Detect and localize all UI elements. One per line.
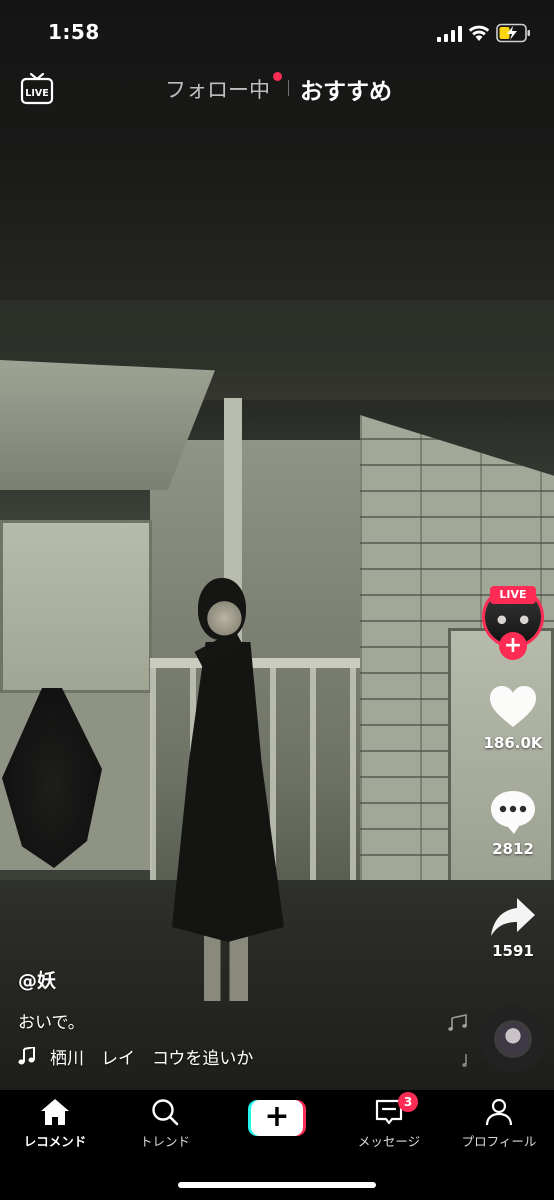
nav-profile-label: プロフィール [461,1134,537,1149]
feed-tabs: フォロー中 おすすめ [0,72,554,106]
battery-charging-icon [496,23,530,43]
floating-notes-icon [448,1014,467,1067]
tab-recommended[interactable]: おすすめ [300,72,392,106]
share-button[interactable]: 1591 [480,896,546,960]
following-new-dot [273,72,282,81]
music-disc[interactable] [480,1006,546,1072]
create-button[interactable]: + [248,1100,306,1136]
music-note-icon [18,1047,35,1065]
nav-home-label: レコメンド [23,1134,87,1149]
music-title: 栖川 レイ コウを追いか [50,1048,254,1069]
home-indicator [178,1182,376,1188]
share-count: 1591 [492,942,534,960]
wifi-icon [468,25,490,41]
create-plus-icon: + [251,1100,303,1136]
profile-icon [485,1098,513,1126]
nav-discover[interactable]: トレンド [110,1098,220,1150]
search-icon [152,1099,179,1126]
nav-discover-label: トレンド [139,1134,190,1149]
nav-inbox[interactable]: 3 メッセージ [334,1092,444,1150]
music-disc-cover [497,1023,529,1055]
home-icon [41,1099,69,1125]
comment-icon [491,791,535,834]
video-beam [0,300,554,370]
video-figure-legs [204,935,248,1001]
music-info[interactable]: 栖川 レイ コウを追いか [18,1044,254,1069]
comment-button[interactable]: 2812 [480,788,546,858]
video-figure-head [198,578,246,640]
creator-username[interactable]: @妖 [18,966,56,993]
tab-divider [288,80,289,96]
nav-profile[interactable]: プロフィール [444,1098,554,1150]
follow-button[interactable]: + [499,632,527,660]
share-arrow-icon [491,898,535,936]
status-bar: 1:58 [0,0,554,66]
status-time: 1:58 [48,20,100,44]
video-player[interactable] [0,0,554,1090]
video-rail-top [150,658,360,668]
cellular-signal-icon [437,26,462,42]
like-count: 186.0K [483,734,543,752]
live-badge: LIVE [490,586,536,604]
tab-following[interactable]: フォロー中 [165,74,270,104]
like-button[interactable]: 186.0K [480,684,546,752]
heart-icon [490,686,536,727]
video-description: おいで。 [18,1013,85,1033]
nav-inbox-label: メッセージ [357,1134,421,1149]
comment-count: 2812 [492,840,534,858]
inbox-badge: 3 [398,1092,418,1112]
nav-home[interactable]: レコメンド [0,1098,110,1150]
